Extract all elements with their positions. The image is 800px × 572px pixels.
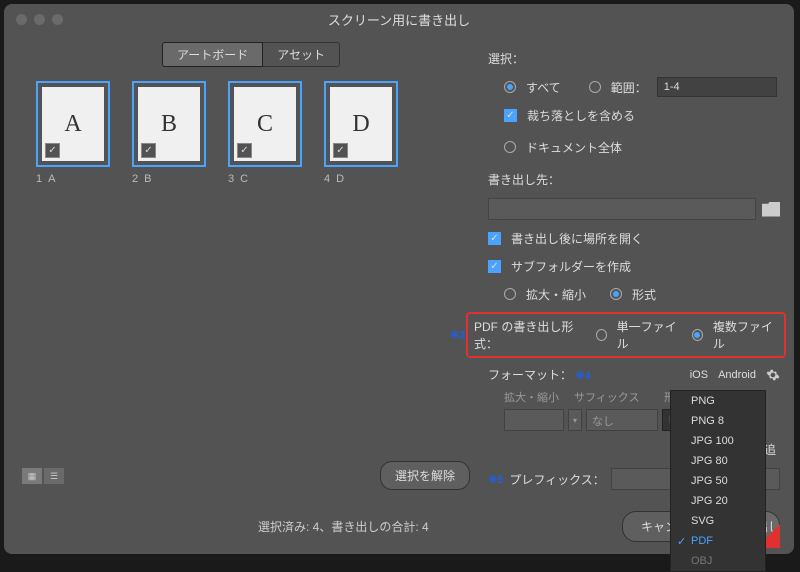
format-option[interactable]: PDF bbox=[671, 531, 765, 551]
check-bleed[interactable]: ✓ bbox=[504, 109, 517, 122]
view-grid-icon[interactable]: ▦ bbox=[22, 468, 42, 484]
chevron-down-icon[interactable]: ▾ bbox=[568, 409, 582, 431]
format-dropdown[interactable]: PNGPNG 8JPG 100JPG 80JPG 50JPG 20SVGPDFO… bbox=[670, 390, 766, 572]
tab-artboard[interactable]: アートボード bbox=[162, 42, 263, 67]
format-option[interactable]: JPG 20 bbox=[671, 491, 765, 511]
radio-range[interactable] bbox=[589, 81, 601, 93]
artboard-label: 2B bbox=[132, 173, 206, 185]
format-option[interactable]: OBJ bbox=[671, 551, 765, 571]
platform-ios[interactable]: iOS bbox=[690, 369, 708, 381]
format-option[interactable]: SVG bbox=[671, 511, 765, 531]
marker-4: ※4 bbox=[575, 370, 590, 382]
artboard-label: 3C bbox=[228, 173, 302, 185]
export-path[interactable] bbox=[488, 198, 756, 220]
format-label: フォーマット： bbox=[488, 368, 572, 382]
artboard-check[interactable]: ✓ bbox=[333, 143, 348, 158]
radio-pdf-multi-label: 複数ファイル bbox=[713, 318, 778, 352]
radio-subfolder-format[interactable] bbox=[610, 288, 622, 300]
format-option[interactable]: JPG 80 bbox=[671, 451, 765, 471]
radio-all-label: すべて bbox=[526, 79, 561, 96]
export-to-label: 書き出し先： bbox=[488, 171, 780, 188]
check-subfolder-label: サブフォルダーを作成 bbox=[511, 258, 631, 275]
check-subfolder[interactable]: ✓ bbox=[488, 260, 501, 273]
artboard-thumb[interactable]: A✓ bbox=[36, 81, 110, 167]
window-title: スクリーン用に書き出し bbox=[4, 10, 794, 29]
format-option[interactable]: PNG bbox=[671, 391, 765, 411]
artboard-thumb[interactable]: C✓ bbox=[228, 81, 302, 167]
format-option[interactable]: JPG 100 bbox=[671, 431, 765, 451]
fmt-hdr-suffix: サフィックス bbox=[574, 389, 664, 405]
check-open-loc-label: 書き出し後に場所を開く bbox=[511, 230, 643, 247]
radio-subfolder-format-label: 形式 bbox=[632, 286, 656, 303]
titlebar: スクリーン用に書き出し bbox=[4, 4, 794, 34]
radio-full-doc-label: ドキュメント全体 bbox=[526, 139, 622, 156]
check-open-loc[interactable]: ✓ bbox=[488, 232, 501, 245]
artboard-check[interactable]: ✓ bbox=[237, 143, 252, 158]
radio-all[interactable] bbox=[504, 81, 516, 93]
fmt-hdr-scale: 拡大・縮小 bbox=[504, 389, 574, 405]
tab-asset[interactable]: アセット bbox=[263, 42, 340, 67]
selection-summary: 選択済み: 4、書き出しの合計: 4 bbox=[18, 518, 429, 535]
check-bleed-label: 裁ち落としを含める bbox=[527, 107, 635, 124]
pdf-export-label: PDF の書き出し形式： bbox=[474, 318, 586, 352]
format-scale-input[interactable] bbox=[504, 409, 564, 431]
select-label: 選択： bbox=[488, 50, 780, 67]
artboard-label: 4D bbox=[324, 173, 398, 185]
format-option[interactable]: JPG 50 bbox=[671, 471, 765, 491]
artboard-check[interactable]: ✓ bbox=[45, 143, 60, 158]
radio-subfolder-scale[interactable] bbox=[504, 288, 516, 300]
format-option[interactable]: PNG 8 bbox=[671, 411, 765, 431]
gear-icon[interactable] bbox=[766, 368, 780, 382]
marker-5: ※5 bbox=[488, 473, 503, 486]
radio-pdf-single-label: 単一ファイル bbox=[617, 318, 682, 352]
range-input[interactable] bbox=[657, 77, 777, 97]
radio-full-doc[interactable] bbox=[504, 141, 516, 153]
view-list-icon[interactable]: ☰ bbox=[44, 468, 64, 484]
folder-icon[interactable] bbox=[762, 202, 780, 217]
radio-pdf-multi[interactable] bbox=[692, 329, 703, 341]
artboard-check[interactable]: ✓ bbox=[141, 143, 156, 158]
marker-3: ※3 bbox=[450, 329, 465, 342]
radio-range-label: 範囲： bbox=[611, 79, 647, 96]
artboard-thumb[interactable]: D✓ bbox=[324, 81, 398, 167]
radio-pdf-single[interactable] bbox=[596, 329, 607, 341]
radio-subfolder-scale-label: 拡大・縮小 bbox=[526, 286, 586, 303]
prefix-label: プレフィックス： bbox=[509, 471, 604, 488]
deselect-button[interactable]: 選択を解除 bbox=[380, 461, 470, 490]
format-suffix-input[interactable]: なし bbox=[586, 409, 658, 431]
artboard-label: 1A bbox=[36, 173, 110, 185]
artboard-thumb[interactable]: B✓ bbox=[132, 81, 206, 167]
platform-android[interactable]: Android bbox=[718, 369, 756, 381]
